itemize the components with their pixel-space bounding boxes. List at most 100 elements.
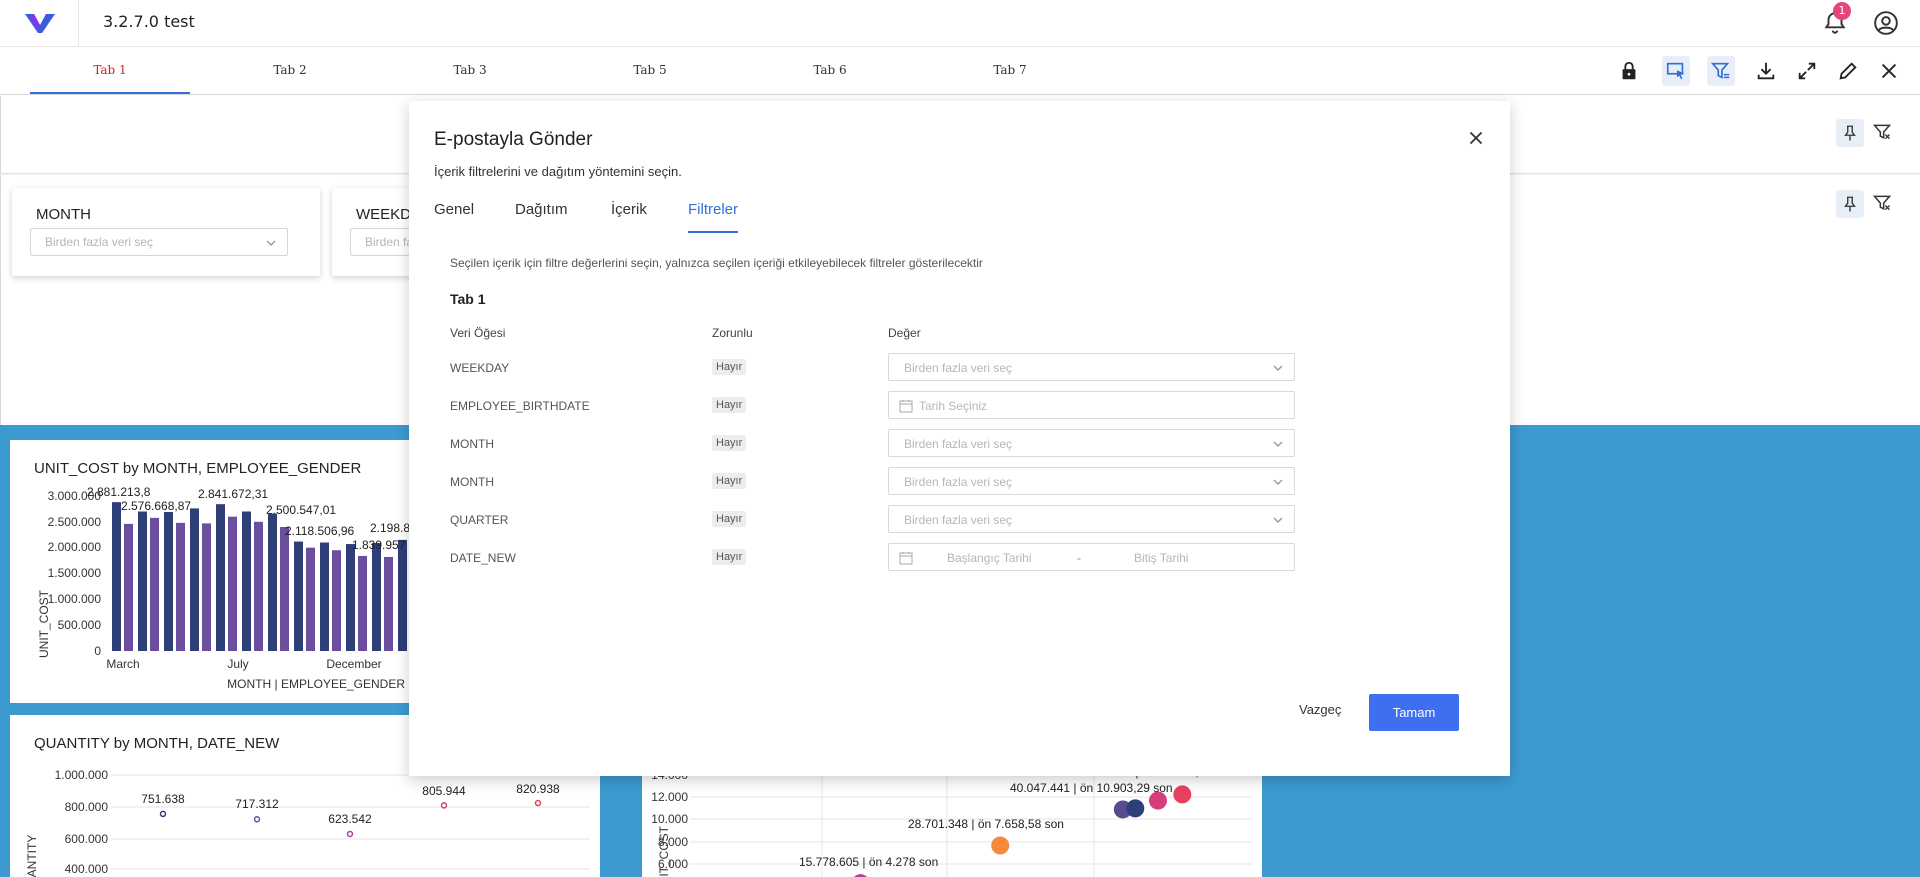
bar[interactable]: [112, 502, 121, 651]
filter-icon: [1710, 62, 1730, 79]
tab-general[interactable]: Genel: [434, 201, 474, 233]
bar[interactable]: [320, 542, 329, 652]
date-placeholder: Tarih Seçiniz: [919, 399, 988, 413]
data-point[interactable]: [159, 810, 167, 818]
tab-bar: Tab 1 Tab 2 Tab 3 Tab 5 Tab 6 Tab 7: [0, 48, 1920, 95]
y-tick: 800.000: [65, 800, 109, 814]
tab-6[interactable]: Tab 6: [750, 48, 910, 94]
bubble[interactable]: [1173, 785, 1192, 804]
filter-row-name: MONTH: [450, 437, 494, 451]
close-icon[interactable]: [1878, 60, 1900, 82]
tab-distribution[interactable]: Dağıtım: [515, 201, 568, 233]
month-select[interactable]: Birden fazla veri seç: [888, 429, 1295, 457]
column-header-required: Zorunlu: [712, 326, 753, 340]
data-label: 751.638: [141, 792, 185, 806]
email-dialog: E-postayla Gönder İçerik filtrelerini ve…: [409, 101, 1510, 776]
bar[interactable]: [138, 511, 147, 652]
pin-icon: [1844, 125, 1856, 141]
bar[interactable]: [346, 544, 355, 651]
edit-icon[interactable]: [1837, 60, 1859, 82]
bar[interactable]: [124, 523, 133, 651]
bar[interactable]: [190, 508, 199, 651]
bar[interactable]: [202, 523, 211, 651]
close-icon[interactable]: [1465, 127, 1487, 149]
bar[interactable]: [176, 522, 185, 651]
column-header-value: Değer: [888, 326, 921, 340]
tab-2[interactable]: Tab 2: [210, 48, 370, 94]
x-tick: July: [227, 657, 248, 671]
app-logo[interactable]: [24, 12, 56, 34]
data-point[interactable]: [440, 802, 448, 809]
birthdate-picker[interactable]: Tarih Seçiniz: [888, 391, 1295, 419]
lock-icon[interactable]: [1618, 60, 1640, 82]
bar[interactable]: [164, 512, 173, 651]
bubble[interactable]: [991, 836, 1010, 855]
user-account-icon[interactable]: [1873, 10, 1899, 36]
tab-3[interactable]: Tab 3: [390, 48, 550, 94]
start-date-placeholder: Başlangıç Tarihi: [947, 551, 1032, 565]
section-title: Tab 1: [450, 291, 486, 307]
data-label: 2.118.506,96: [285, 524, 355, 538]
data-point[interactable]: [534, 799, 542, 807]
date-range-picker[interactable]: Başlangıç Tarihi - Bitiş Tarihi: [888, 543, 1295, 571]
bar[interactable]: [228, 516, 237, 651]
clear-filter-icon[interactable]: [1872, 122, 1892, 142]
weekday-select[interactable]: Birden fazla veri seç: [888, 353, 1295, 381]
y-tick: 8.000: [658, 835, 688, 849]
bar[interactable]: [268, 513, 277, 651]
y-axis-label: QUANTITY: [25, 835, 39, 877]
tab-content[interactable]: İçerik: [611, 201, 647, 233]
tab-1[interactable]: Tab 1: [30, 48, 190, 94]
y-tick: 2.500.000: [48, 515, 102, 529]
pin-button[interactable]: [1836, 119, 1864, 147]
data-label: 820.938: [516, 782, 560, 796]
filter-row-name: QUARTER: [450, 513, 509, 527]
chevron-down-icon: [1273, 365, 1283, 371]
tab-7[interactable]: Tab 7: [930, 48, 1090, 94]
notification-badge: 1: [1833, 2, 1851, 20]
bar[interactable]: [384, 556, 393, 651]
cancel-button[interactable]: Vazgeç: [1299, 702, 1341, 717]
filter-row-name: MONTH: [450, 475, 494, 489]
tab-filters[interactable]: Filtreler: [688, 201, 739, 233]
bar[interactable]: [358, 555, 367, 651]
bar[interactable]: [398, 539, 407, 651]
quarter-select[interactable]: Birden fazla veri seç: [888, 505, 1295, 533]
data-label: 2.500.547,01: [266, 503, 336, 517]
select-cursor-button[interactable]: [1662, 56, 1690, 86]
data-label: 1.839.957: [352, 538, 406, 552]
ok-button[interactable]: Tamam: [1369, 694, 1459, 731]
download-icon[interactable]: [1755, 60, 1777, 82]
bar[interactable]: [280, 527, 289, 651]
select-placeholder: Birden fazla veri seç: [904, 437, 1013, 451]
clear-filter-icon[interactable]: [1872, 193, 1892, 213]
top-bar: 3.2.7.0 test 1: [0, 0, 1920, 47]
bar[interactable]: [306, 547, 315, 651]
bar[interactable]: [254, 521, 263, 651]
pin-icon: [1844, 196, 1856, 212]
filter-row-name: DATE_NEW: [450, 551, 516, 565]
bubble[interactable]: [1126, 799, 1145, 818]
month-select[interactable]: Birden fazla veri seç: [888, 467, 1295, 495]
bar[interactable]: [216, 504, 225, 651]
tab-5[interactable]: Tab 5: [570, 48, 730, 94]
filter-select[interactable]: Birden fazla veri seç: [30, 228, 288, 256]
bar[interactable]: [372, 543, 381, 651]
y-tick: 1.000.000: [55, 768, 109, 782]
chevron-down-icon: [1273, 479, 1283, 485]
bar[interactable]: [332, 550, 341, 651]
expand-icon[interactable]: [1796, 60, 1818, 82]
pin-button[interactable]: [1836, 190, 1864, 218]
y-tick: 6.000: [658, 857, 688, 871]
y-tick: 500.000: [58, 618, 102, 632]
bar[interactable]: [242, 511, 251, 652]
data-point[interactable]: [253, 816, 261, 823]
chevron-down-icon: [266, 240, 276, 246]
data-point[interactable]: [346, 830, 354, 838]
filter-button[interactable]: [1707, 56, 1735, 86]
bar[interactable]: [150, 517, 159, 651]
select-placeholder: Birden fazla veri seç: [904, 475, 1013, 489]
bar[interactable]: [294, 541, 303, 651]
end-date-placeholder: Bitiş Tarihi: [1134, 551, 1189, 565]
y-tick: 2.000.000: [48, 540, 102, 554]
